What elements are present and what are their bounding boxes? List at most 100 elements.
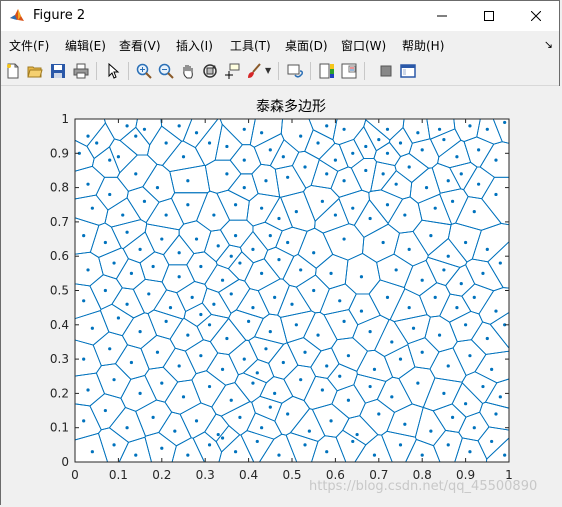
y-tick-label: 0.9 [50,146,69,160]
show-plot-tools-icon [400,64,416,78]
data-point [407,306,411,310]
pointer-button[interactable] [103,61,123,81]
menu-bar: 文件(F) 编辑(E) 查看(V) 插入(I) 工具(T) 桌面(D) 窗口(W… [1,32,559,56]
data-point [216,244,220,248]
data-point [394,268,398,272]
data-point [138,330,142,334]
save-button[interactable] [48,61,68,81]
data-point [90,450,94,454]
data-point [464,240,468,245]
y-tick-label: 0.6 [50,249,69,263]
data-point [108,158,112,162]
close-button[interactable] [513,1,559,31]
menu-view[interactable]: 查看(V) [119,37,161,54]
pan-button[interactable] [178,61,198,81]
data-point [216,432,220,437]
data-point [494,412,498,416]
data-point [229,398,233,402]
data-point [385,151,390,155]
data-point [242,127,246,131]
menu-file[interactable]: 文件(F) [9,37,49,54]
data-point [342,127,346,131]
colorbar-button[interactable] [317,61,337,81]
data-point [286,175,290,179]
toolbar-separator [364,62,365,80]
link-plot-button[interactable] [285,61,305,81]
data-point [134,134,138,138]
data-point [359,309,364,313]
data-point [346,398,351,402]
menu-edit[interactable]: 编辑(E) [65,37,106,54]
y-tick-label: 0.1 [50,421,69,435]
data-point [273,391,277,395]
figure-window: Figure 2 文件(F) 编辑(E) 查看(V) 插入(I) 工具(T) 桌… [0,0,561,506]
data-point [177,364,181,368]
zoom-in-button[interactable] [134,61,154,81]
data-point [364,144,368,149]
data-point [420,453,424,457]
data-point [333,158,337,162]
data-point [442,391,446,395]
menu-tools[interactable]: 工具(T) [230,37,271,54]
data-point [177,124,181,128]
data-point [320,388,324,392]
data-point [112,261,116,265]
title-bar[interactable]: Figure 2 [1,1,559,31]
brush-button[interactable] [244,61,264,81]
menu-desktop[interactable]: 桌面(D) [285,37,328,54]
axes-background [75,119,509,462]
new-figure-button[interactable] [3,61,23,81]
data-point [303,443,307,447]
data-point [351,151,355,155]
data-point [264,347,268,351]
data-point [112,443,116,447]
rotate-3d-button[interactable] [200,61,220,81]
menu-insert[interactable]: 插入(I) [176,37,213,54]
legend-button[interactable] [339,61,359,81]
zoom-out-button[interactable] [156,61,176,81]
data-point [207,443,212,447]
data-point [103,408,107,413]
data-point [142,199,147,203]
data-point [416,131,420,135]
x-tick-label: 0.5 [282,468,301,482]
menu-help[interactable]: 帮助(H) [402,37,444,54]
hide-plot-tools-button[interactable] [376,61,396,81]
data-point [398,443,403,447]
data-point [173,429,177,433]
data-point [459,282,463,286]
data-cursor-button[interactable] [222,61,242,81]
matlab-logo-icon [10,9,24,21]
show-plot-tools-button[interactable] [398,61,418,81]
data-point [82,299,86,303]
menu-window[interactable]: 窗口(W) [341,37,386,54]
data-point [151,415,155,420]
data-point [260,426,264,430]
link-plot-icon [287,64,303,78]
brush-icon [248,63,261,78]
data-point [160,381,164,385]
maximize-button[interactable] [466,1,512,31]
menu-overflow-icon[interactable]: ↘ [544,38,553,51]
data-point [160,237,164,241]
data-point [407,165,411,169]
open-file-button[interactable] [25,61,45,81]
data-point [260,271,264,275]
minimize-button[interactable] [419,1,465,31]
brush-dropdown-icon[interactable]: ▼ [265,66,271,75]
data-point [420,148,424,152]
data-point [450,415,455,420]
data-point [498,261,502,265]
print-button[interactable] [71,61,91,81]
data-point [142,127,147,131]
data-point [190,295,194,299]
data-point [194,419,199,423]
data-point [433,206,437,210]
data-point [485,247,489,251]
voronoi-plot[interactable]: 泰森多边形 0 0.1 0.2 0.3 0.4 0.5 0.6 0.7 0.8 0.9 1 0 0.1… [1,86,561,506]
data-point [329,271,333,275]
data-point [377,137,381,142]
data-point [168,306,173,310]
data-point [268,234,272,238]
figure-canvas[interactable]: 泰森多边形 0 0.1 0.2 0.3 0.4 0.5 0.6 0.7 0.8 0.9 1 0 0.1… [1,86,561,506]
